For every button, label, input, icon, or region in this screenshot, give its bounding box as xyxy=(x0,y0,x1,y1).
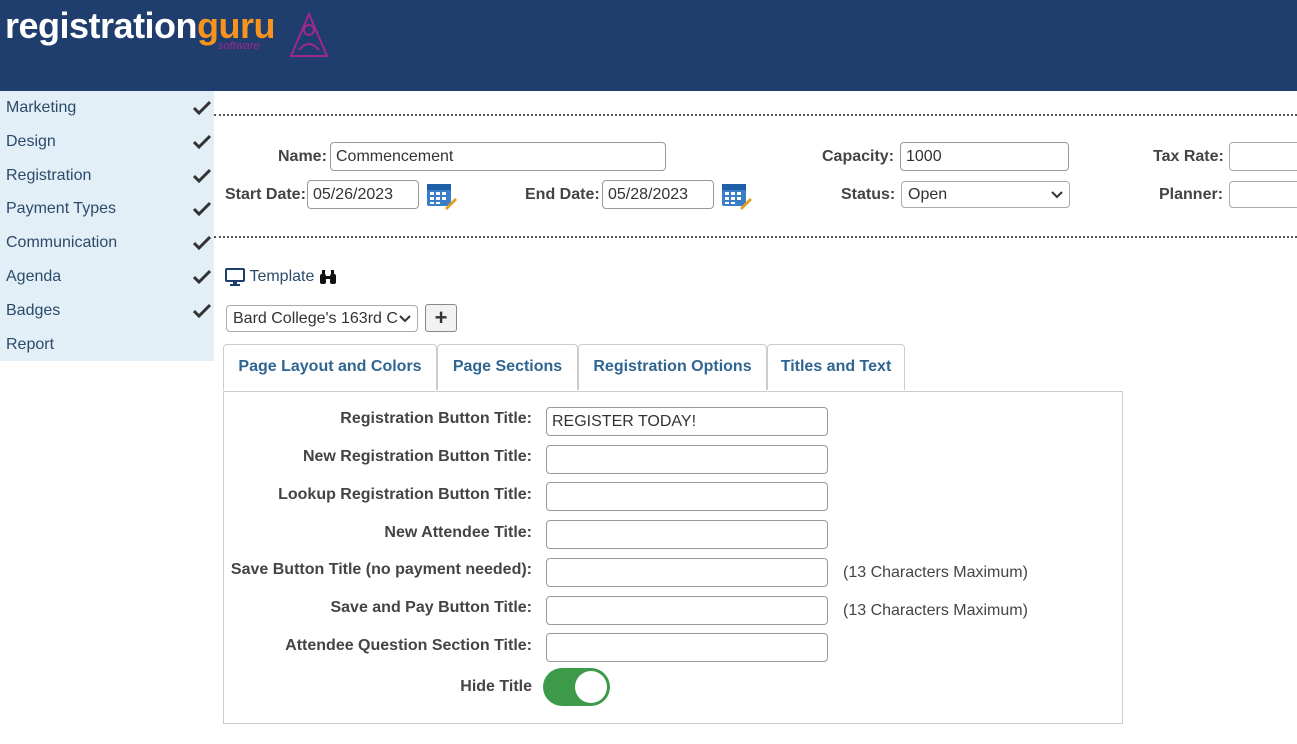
calendar-icon[interactable] xyxy=(720,180,752,210)
sidebar-item-label: Badges xyxy=(6,301,61,319)
calendar-icon[interactable] xyxy=(425,180,457,210)
brand-name-main: registration xyxy=(5,5,198,46)
sidebar-item-label: Report xyxy=(6,335,55,353)
sidebar-item-label: Design xyxy=(6,132,56,150)
sidebar-item-communication[interactable]: Communication xyxy=(0,226,214,260)
checkmark-icon xyxy=(193,202,211,217)
save-button-title-label: Save Button Title (no payment needed): xyxy=(230,561,532,578)
save-and-pay-button-title-label: Save and Pay Button Title: xyxy=(330,599,532,616)
end-date-input[interactable] xyxy=(602,180,714,209)
hide-title-label: Hide Title xyxy=(460,678,532,695)
sidebar-item-label: Agenda xyxy=(6,267,62,285)
status-select[interactable]: Open xyxy=(901,181,1070,208)
sidebar-item-badges[interactable]: Badges xyxy=(0,294,214,328)
attendee-question-section-title-label: Attendee Question Section Title: xyxy=(285,637,532,654)
sidebar-item-payment-types[interactable]: Payment Types xyxy=(0,192,214,226)
template-selected: Bard College's 163rd C xyxy=(233,310,398,327)
binoculars-icon[interactable] xyxy=(319,269,337,285)
sidebar-item-label: Marketing xyxy=(6,99,77,116)
hide-title-toggle[interactable] xyxy=(543,668,610,706)
planner-label: Planner: xyxy=(1159,186,1224,203)
new-attendee-title-label: New Attendee Title: xyxy=(384,524,532,541)
checkmark-icon xyxy=(193,100,211,115)
sidebar-item-agenda[interactable]: Agenda xyxy=(0,260,214,294)
form-row-label-container: Registration Button Title: xyxy=(223,409,532,429)
character-limit-note: (13 Characters Maximum) xyxy=(843,602,1028,619)
toggle-knob xyxy=(575,671,607,703)
section-divider xyxy=(214,114,1297,116)
tax-rate-label: Tax Rate: xyxy=(1153,148,1224,165)
form-row-label-container: Save Button Title (no payment needed): xyxy=(223,560,532,580)
status-label: Status: xyxy=(841,186,896,203)
tab-page-layout-and-colors[interactable]: Page Layout and Colors xyxy=(223,344,437,390)
template-label: Template xyxy=(249,268,315,285)
new-registration-button-title-input[interactable] xyxy=(546,445,828,474)
checkmark-icon xyxy=(193,168,211,183)
sidebar-item-design[interactable]: Design xyxy=(0,125,214,159)
chevron-down-icon xyxy=(399,315,411,323)
tab-page-sections[interactable]: Page Sections xyxy=(437,344,578,390)
tax-rate-input[interactable] xyxy=(1229,142,1297,171)
lookup-registration-button-title-label: Lookup Registration Button Title: xyxy=(278,486,532,503)
template-select[interactable]: Bard College's 163rd C xyxy=(226,305,418,332)
add-template-button[interactable]: + xyxy=(425,304,457,332)
start-date-input[interactable] xyxy=(307,180,419,209)
monitor-icon xyxy=(225,268,245,286)
name-input[interactable] xyxy=(330,142,666,171)
sidebar-item-label: Registration xyxy=(6,166,92,184)
form-row-label-container: Lookup Registration Button Title: xyxy=(223,485,532,505)
checkmark-icon xyxy=(193,269,211,284)
lookup-registration-button-title-input[interactable] xyxy=(546,482,828,511)
sidebar-item-label: Payment Types xyxy=(6,200,116,218)
tab-registration-options[interactable]: Registration Options xyxy=(578,344,767,390)
tab-titles-and-text[interactable]: Titles and Text xyxy=(767,344,905,390)
attendee-question-section-title-input[interactable] xyxy=(546,633,828,662)
sidebar: Marketing Design Registration Payment Ty… xyxy=(0,91,214,361)
capacity-input[interactable] xyxy=(900,142,1069,171)
save-button-title-input[interactable] xyxy=(546,558,828,587)
capacity-label: Capacity: xyxy=(822,148,895,165)
planner-input[interactable] xyxy=(1229,181,1297,208)
checkmark-icon xyxy=(193,134,211,149)
status-value: Open xyxy=(908,186,948,203)
form-row-label-container: Hide Title xyxy=(223,677,532,697)
section-divider xyxy=(214,236,1297,238)
form-row-label-container: Attendee Question Section Title: xyxy=(223,636,532,656)
sidebar-item-registration[interactable]: Registration xyxy=(0,159,214,193)
brand-subtitle: software xyxy=(218,40,260,52)
save-and-pay-button-title-input[interactable] xyxy=(546,596,828,625)
template-header: Template xyxy=(225,268,337,290)
chevron-down-icon xyxy=(1051,191,1063,199)
sidebar-item-marketing[interactable]: Marketing xyxy=(0,91,214,125)
new-attendee-title-input[interactable] xyxy=(546,520,828,549)
character-limit-note: (13 Characters Maximum) xyxy=(843,564,1028,581)
form-row-label-container: Save and Pay Button Title: xyxy=(223,598,532,618)
app-header: registrationguru software xyxy=(0,0,1297,91)
registration-button-title-input[interactable] xyxy=(546,407,828,436)
checkmark-icon xyxy=(193,236,211,251)
new-registration-button-title-label: New Registration Button Title: xyxy=(302,448,532,465)
registration-button-title-label: Registration Button Title: xyxy=(340,410,532,427)
guru-logo-icon xyxy=(289,12,329,57)
checkmark-icon xyxy=(193,303,211,318)
form-row-label-container: New Registration Button Title: xyxy=(223,447,532,467)
sidebar-item-report[interactable]: Report xyxy=(0,328,214,362)
end-date-label: End Date: xyxy=(525,186,600,203)
name-label: Name: xyxy=(278,148,327,165)
start-date-label: Start Date: xyxy=(225,186,306,203)
form-row-label-container: New Attendee Title: xyxy=(223,523,532,543)
sidebar-item-label: Communication xyxy=(6,234,118,252)
